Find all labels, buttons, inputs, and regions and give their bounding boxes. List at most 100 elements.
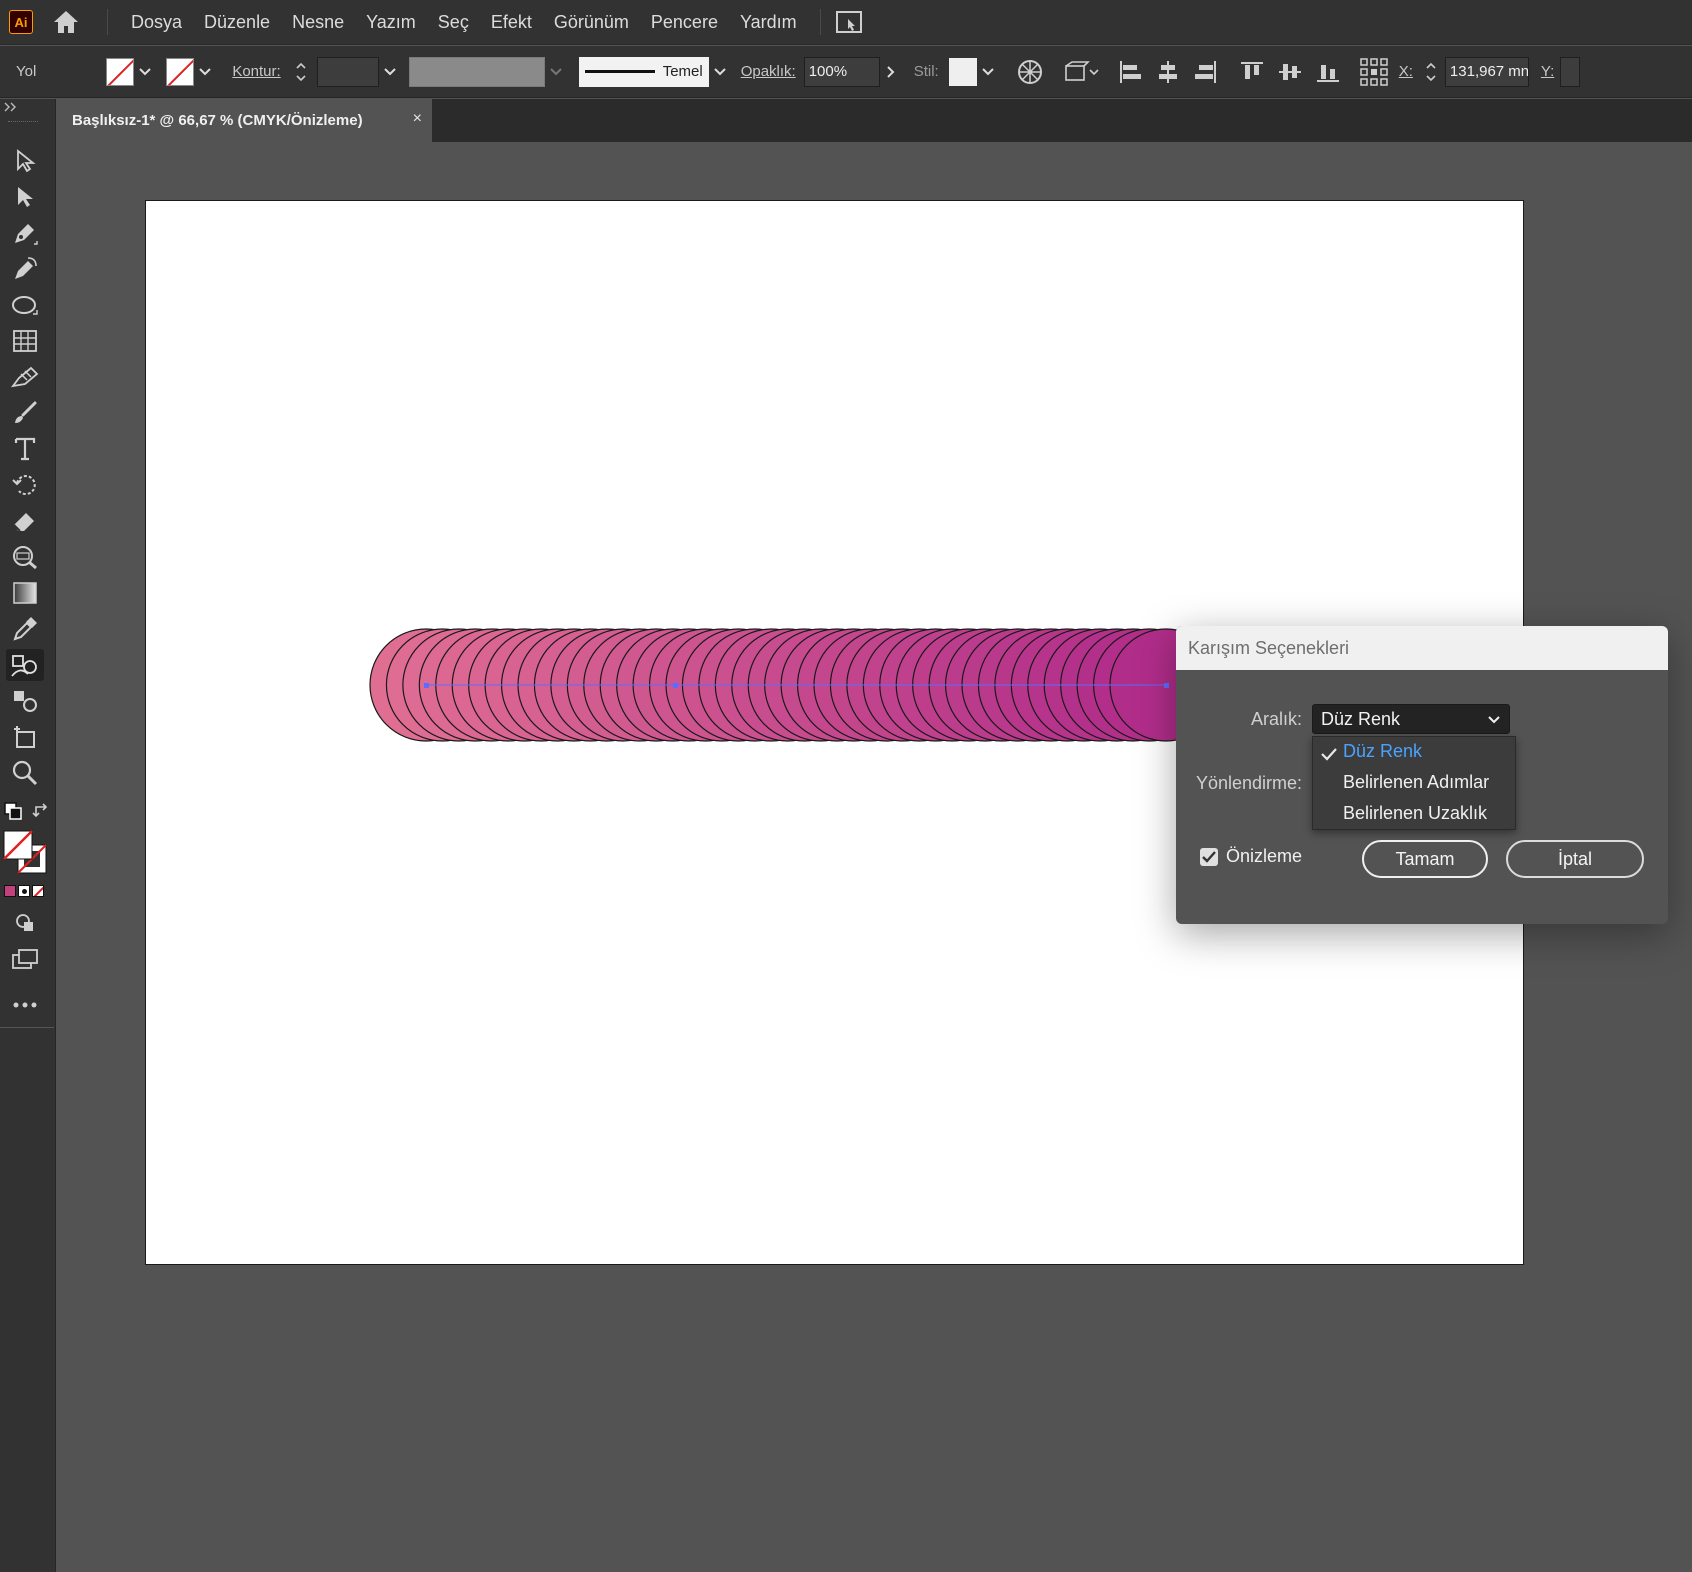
brush-name: Temel xyxy=(662,63,703,80)
variable-width-chevron-icon[interactable] xyxy=(545,58,567,86)
fill-dropdown-chevron-icon[interactable] xyxy=(134,58,156,86)
graphic-style-swatch[interactable] xyxy=(948,57,977,86)
control-bar: Yol Kontur: Temel Opaklık: 100% Stil: X:… xyxy=(0,46,1692,98)
gradient-mode-icon[interactable] xyxy=(18,885,30,897)
blend-anchor-start[interactable] xyxy=(424,683,429,688)
spacing-option-specified-steps[interactable]: Belirlenen Adımlar xyxy=(1343,772,1489,793)
home-icon[interactable] xyxy=(51,7,81,37)
zoom-tool-icon[interactable] xyxy=(6,757,44,789)
eraser-tool-icon[interactable] xyxy=(6,505,44,537)
y-coordinate-input[interactable] xyxy=(1560,56,1581,87)
artboard-tool-icon[interactable] xyxy=(6,721,44,753)
screen-mode-icon[interactable] xyxy=(6,943,44,975)
type-tool-icon[interactable] xyxy=(6,433,44,465)
direct-selection-tool-icon[interactable] xyxy=(6,181,44,213)
shaper-tool-icon[interactable] xyxy=(6,361,44,393)
swap-fill-stroke-icon[interactable] xyxy=(30,795,52,827)
draw-mode-icon[interactable] xyxy=(6,907,44,939)
preview-label[interactable]: Önizleme xyxy=(1226,846,1302,867)
fill-swatch[interactable] xyxy=(106,57,135,86)
align-bottom-icon[interactable] xyxy=(1311,57,1345,87)
app-logo: Ai xyxy=(9,10,33,34)
menu-type[interactable]: Yazım xyxy=(355,12,427,33)
fill-stroke-indicator[interactable] xyxy=(2,829,48,875)
spacing-label: Aralık: xyxy=(1250,709,1302,729)
stroke-swatch[interactable] xyxy=(166,57,195,86)
menu-view[interactable]: Görünüm xyxy=(543,12,640,33)
opacity-label[interactable]: Opaklık: xyxy=(741,63,796,80)
x-coordinate-input[interactable]: 131,967 mn xyxy=(1444,56,1529,87)
selection-tool-icon[interactable] xyxy=(6,145,44,177)
brush-stroke-preview xyxy=(584,70,655,73)
stroke-weight-input[interactable] xyxy=(316,56,379,87)
blend-options-dialog: Karışım Seçenekleri Aralık: Düz Renk Yön… xyxy=(1176,626,1668,924)
ok-button[interactable]: Tamam xyxy=(1362,840,1488,878)
selection-type-label: Yol xyxy=(16,63,37,80)
pen-tool-icon[interactable] xyxy=(6,217,44,249)
cancel-button[interactable]: İptal xyxy=(1506,840,1644,878)
orientation-label: Yönlendirme: xyxy=(1195,773,1302,793)
align-left-icon[interactable] xyxy=(1113,57,1147,87)
style-chevron-icon[interactable] xyxy=(977,58,999,86)
align-horizontal-center-icon[interactable] xyxy=(1151,57,1185,87)
none-mode-icon[interactable] xyxy=(32,885,44,897)
align-to-selection-icon[interactable] xyxy=(1061,57,1103,87)
reference-point-icon[interactable] xyxy=(1357,57,1391,87)
menu-select[interactable]: Seç xyxy=(427,12,480,33)
dialog-title[interactable]: Karışım Seçenekleri xyxy=(1176,626,1668,670)
curvature-tool-icon[interactable] xyxy=(6,253,44,285)
blend-anchor-mid[interactable] xyxy=(673,683,678,688)
edit-toolbar-more-icon[interactable] xyxy=(6,989,44,1021)
preview-checkbox[interactable] xyxy=(1200,848,1218,866)
y-coordinate-label[interactable]: Y: xyxy=(1541,63,1554,80)
menu-object[interactable]: Nesne xyxy=(281,12,355,33)
default-fill-stroke-icon[interactable] xyxy=(2,795,24,827)
menu-edit[interactable]: Düzenle xyxy=(193,12,281,33)
tools-panel xyxy=(0,99,56,1572)
brush-chevron-icon[interactable] xyxy=(709,58,731,86)
x-coordinate-stepper[interactable] xyxy=(1421,57,1441,87)
spacing-dropdown-menu: Düz Renk Belirlenen Adımlar Belirlenen U… xyxy=(1312,736,1516,830)
paintbrush-tool-icon[interactable] xyxy=(6,397,44,429)
free-transform-tool-icon[interactable] xyxy=(6,541,44,573)
x-coordinate-label[interactable]: X: xyxy=(1399,63,1413,80)
collapse-panel-icon[interactable] xyxy=(4,101,18,115)
align-right-icon[interactable] xyxy=(1189,57,1223,87)
align-top-icon[interactable] xyxy=(1235,57,1269,87)
panel-grip[interactable] xyxy=(8,121,38,124)
document-tab[interactable]: Başlıksız-1* @ 66,67 % (CMYK/Önizleme) × xyxy=(56,99,432,142)
spacing-option-smooth-color[interactable]: Düz Renk xyxy=(1343,741,1422,762)
stroke-dropdown-chevron-icon[interactable] xyxy=(194,58,216,86)
stroke-weight-chevron-icon[interactable] xyxy=(379,58,401,86)
arrange-documents-icon[interactable] xyxy=(835,10,863,34)
opacity-input[interactable]: 100% xyxy=(803,56,880,87)
spacing-select-value: Düz Renk xyxy=(1321,708,1401,729)
menu-window[interactable]: Pencere xyxy=(640,12,729,33)
eyedropper-tool-icon[interactable] xyxy=(6,613,44,645)
rectangular-grid-tool-icon[interactable] xyxy=(6,325,44,357)
spacing-option-specified-distance[interactable]: Belirlenen Uzaklık xyxy=(1343,803,1487,824)
rotate-tool-icon[interactable] xyxy=(6,469,44,501)
stroke-label[interactable]: Kontur: xyxy=(232,63,280,80)
gradient-tool-icon[interactable] xyxy=(6,577,44,609)
color-mode-icon[interactable] xyxy=(4,885,16,897)
spacing-select[interactable]: Düz Renk xyxy=(1312,704,1510,734)
document-tab-bar: Başlıksız-1* @ 66,67 % (CMYK/Önizleme) × xyxy=(56,99,1692,142)
symbol-sprayer-tool-icon[interactable] xyxy=(6,685,44,717)
align-vertical-center-icon[interactable] xyxy=(1273,57,1307,87)
ellipse-tool-icon[interactable] xyxy=(6,289,44,321)
opacity-expand-icon[interactable] xyxy=(880,58,902,86)
variable-width-profile[interactable] xyxy=(408,56,545,87)
toolbar-divider xyxy=(0,1027,54,1028)
menu-effect[interactable]: Efekt xyxy=(480,12,543,33)
stroke-weight-stepper[interactable] xyxy=(291,57,311,87)
recolor-artwork-icon[interactable] xyxy=(1013,57,1047,87)
blend-tool-icon[interactable] xyxy=(6,649,44,681)
menu-bar: Ai Dosya Düzenle Nesne Yazım Seç Efekt G… xyxy=(0,0,1692,45)
close-tab-icon[interactable]: × xyxy=(413,110,422,128)
menu-file[interactable]: Dosya xyxy=(120,12,193,33)
blend-anchor-end[interactable] xyxy=(1164,683,1169,688)
brush-definition-select[interactable]: Temel xyxy=(578,56,709,87)
document-tab-title: Başlıksız-1* @ 66,67 % (CMYK/Önizleme) xyxy=(72,112,363,129)
menu-help[interactable]: Yardım xyxy=(729,12,808,33)
